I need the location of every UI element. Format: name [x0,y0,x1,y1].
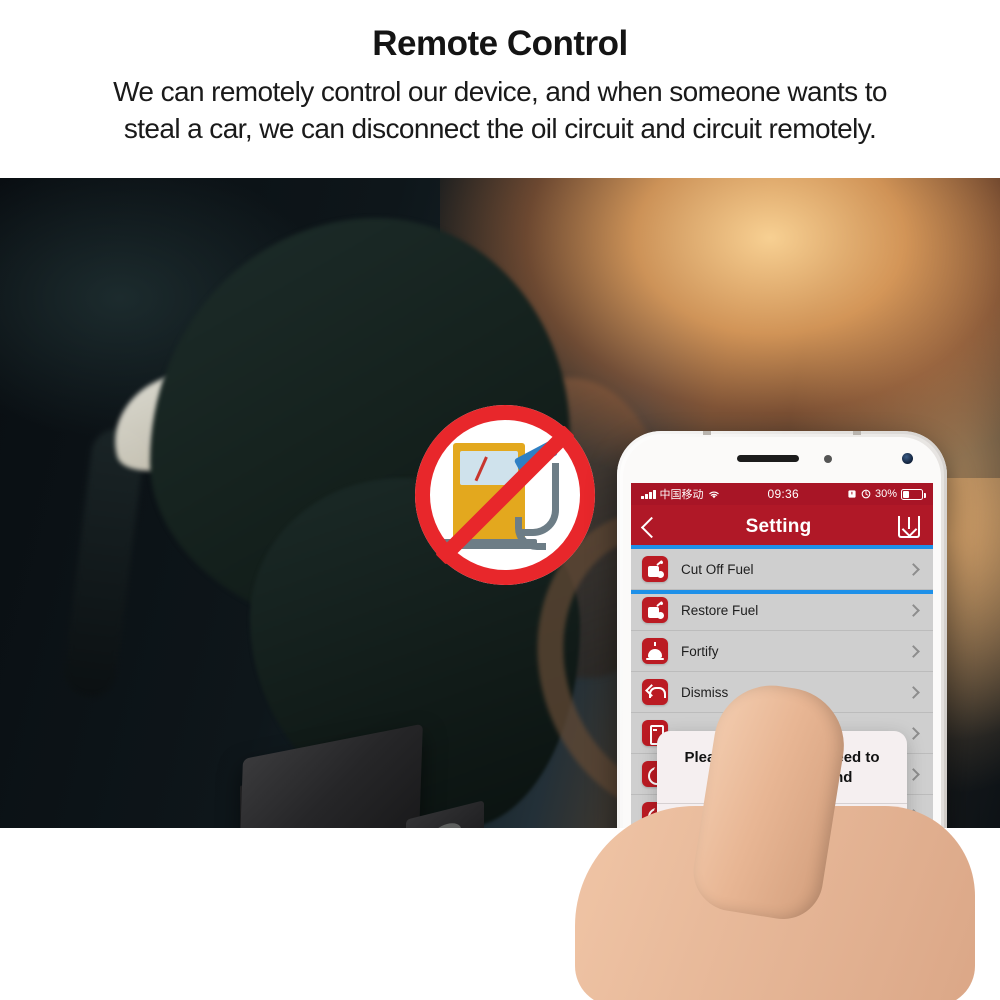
chevron-right-icon [907,767,920,781]
hand-lower-portion [545,677,1000,1000]
rotation-lock-icon [861,489,871,499]
list-item-label: Cut Off Fuel [681,561,754,577]
fuel-cut-icon [642,556,668,582]
page-subtitle: We can remotely control our device, and … [30,74,970,148]
photo-scene: 720_PWR_V2.6 [0,178,1000,828]
subtitle-line-1: We can remotely control our device, and … [113,76,887,107]
chevron-right-icon [907,685,920,699]
battery-icon [901,488,926,500]
front-camera-icon [902,453,913,464]
status-bar-left: 中国移动 [641,486,720,502]
download-icon[interactable] [897,516,920,538]
list-item-restore-fuel[interactable]: Restore Fuel [631,590,933,631]
no-fuel-prohibition-icon [415,405,595,585]
list-item-label: Restore Fuel [681,602,759,618]
status-time: 09:36 [767,487,799,501]
siren-icon [642,638,668,664]
battery-percent-label: 30% [874,488,897,500]
header-text-band: Remote Control We can remotely control o… [0,0,1000,178]
carrier-label: 中国移动 [659,489,704,501]
page-title: Remote Control [372,24,628,63]
status-bar-right: 30% [847,488,926,500]
list-item-fortify[interactable]: Fortify [631,631,933,672]
chevron-right-icon [907,726,920,740]
list-item-label: Fortify [681,643,719,659]
proximity-sensor [824,455,832,463]
product-marketing-image: Remote Control We can remotely control o… [0,0,1000,1000]
fuel-restore-icon [642,597,668,623]
relay-cover [237,723,423,828]
chevron-right-icon [907,644,920,658]
navigation-bar: Setting [631,505,933,549]
list-item-cut-off-fuel[interactable]: Cut Off Fuel [631,549,933,590]
undo-arrow-icon [642,679,668,705]
wifi-icon [708,491,719,499]
antenna-band [703,431,711,435]
antenna-band [853,431,861,435]
subtitle-line-2: steal a car, we can disconnect the oil c… [123,112,877,144]
gps-relay-tracker: 720_PWR_V2.6 [18,723,498,828]
status-bar: 中国移动 09:36 30% [631,483,933,505]
screen-title: Setting [745,516,812,537]
chevron-right-icon [907,562,920,576]
earpiece-speaker [737,455,799,462]
back-chevron-icon[interactable] [640,516,663,538]
chevron-right-icon [907,603,920,617]
alarm-clock-icon [848,490,856,498]
signal-bars-icon [641,489,656,499]
